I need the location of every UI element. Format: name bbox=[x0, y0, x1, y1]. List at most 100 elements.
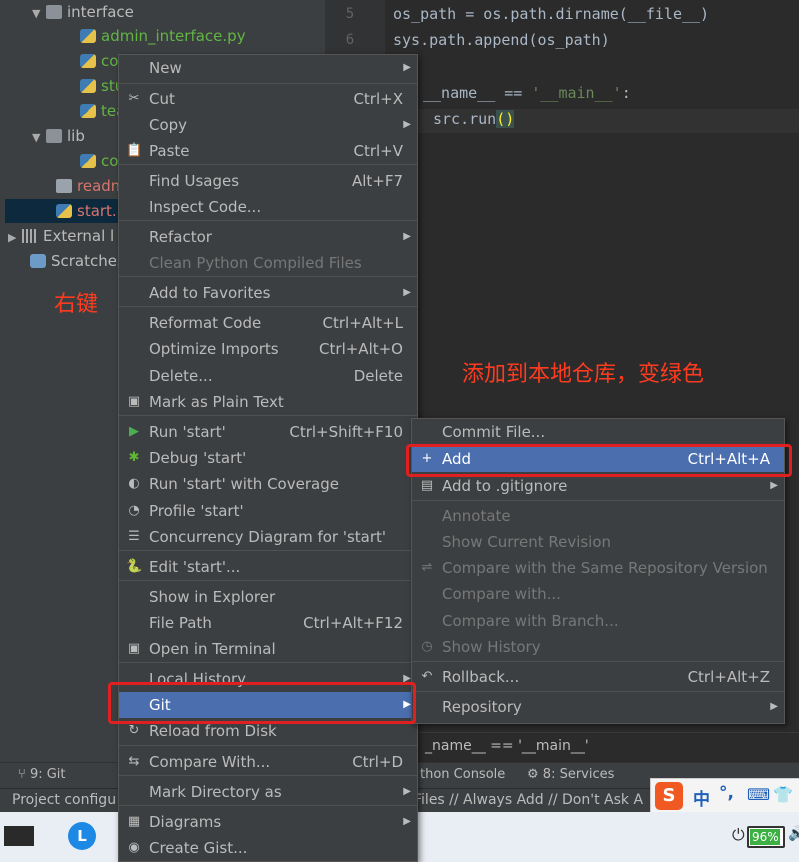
services-tab[interactable]: ⚙ 8: Services bbox=[527, 767, 614, 782]
line-number: 6 bbox=[345, 32, 355, 48]
scratches-icon bbox=[30, 254, 46, 268]
python-console-tab[interactable]: thon Console bbox=[420, 767, 505, 782]
collapse-arrow-icon[interactable]: ▶ bbox=[8, 226, 22, 250]
tree-file-lib-co[interactable]: co bbox=[80, 149, 118, 173]
apparel-icon[interactable]: 👕 bbox=[773, 785, 793, 804]
clipboard-icon: 📋 bbox=[126, 143, 143, 158]
expand-arrow-icon[interactable]: ▼ bbox=[32, 126, 46, 150]
git-tool-tab[interactable]: ⑂ 9: Git bbox=[18, 767, 66, 782]
python-file-icon bbox=[80, 104, 96, 118]
menu-item-inspect-code[interactable]: Inspect Code... bbox=[119, 194, 417, 220]
menu-item-shortcut: Ctrl+V bbox=[353, 142, 403, 160]
menu-separator bbox=[412, 661, 784, 662]
menu-item-run-start[interactable]: ▶ Run 'start' Ctrl+Shift+F10 bbox=[119, 419, 417, 445]
menu-item-label: Inspect Code... bbox=[149, 198, 262, 216]
battery-percent: 96% bbox=[752, 830, 779, 844]
menu-item-label: Copy bbox=[149, 116, 188, 134]
menu-item-optimize-imports[interactable]: Optimize Imports Ctrl+Alt+O bbox=[119, 336, 417, 362]
menu-item-show-history: ◷ Show History bbox=[412, 634, 784, 660]
tree-file-admin-interface[interactable]: admin_interface.py bbox=[80, 24, 246, 48]
menu-item-open-in-terminal[interactable]: ▣ Open in Terminal bbox=[119, 636, 417, 662]
menu-separator bbox=[119, 775, 417, 776]
menu-item-clean-python-compiled-files: Clean Python Compiled Files bbox=[119, 250, 417, 276]
menu-item-label: Annotate bbox=[442, 507, 511, 525]
code-token: __name__ == bbox=[423, 84, 532, 102]
menu-item-compare-with[interactable]: ⇆ Compare With... Ctrl+D bbox=[119, 749, 417, 775]
menu-item-copy[interactable]: Copy ▶ bbox=[119, 112, 417, 138]
menu-item-run-start-with-coverage[interactable]: ◐ Run 'start' with Coverage bbox=[119, 471, 417, 497]
menu-item-show-in-explorer[interactable]: Show in Explorer bbox=[119, 584, 417, 610]
menu-separator bbox=[412, 500, 784, 501]
menu-item-edit-start[interactable]: 🐍 Edit 'start'... bbox=[119, 554, 417, 580]
keyboard-icon[interactable]: ⌨ bbox=[747, 785, 770, 804]
ime-language[interactable]: 中 bbox=[693, 785, 710, 810]
menu-item-label: Diagrams bbox=[149, 813, 222, 831]
tree-scratches[interactable]: Scratches bbox=[30, 249, 125, 273]
menu-item-cut[interactable]: ✂ Cut Ctrl+X bbox=[119, 86, 417, 112]
editor-breadcrumb[interactable]: _name__ == '__main__' bbox=[385, 732, 799, 761]
menu-item-label: Commit File... bbox=[442, 423, 546, 441]
menu-item-diagrams[interactable]: ▦ Diagrams ▶ bbox=[119, 809, 417, 835]
menu-item-label: Clean Python Compiled Files bbox=[149, 254, 362, 272]
compare-icon: ⇆ bbox=[128, 754, 140, 769]
tree-label: co bbox=[101, 152, 119, 170]
menu-item-profile-start[interactable]: ◔ Profile 'start' bbox=[119, 498, 417, 524]
menu-item-rollback[interactable]: ↶ Rollback... Ctrl+Alt+Z bbox=[412, 664, 784, 690]
menu-item-mark-as-plain-text[interactable]: ▣ Mark as Plain Text bbox=[119, 389, 417, 415]
python-icon: 🐍 bbox=[126, 559, 143, 574]
menu-item-label: Compare With... bbox=[149, 753, 271, 771]
menu-item-label: Refactor bbox=[149, 228, 212, 246]
menu-item-label: Create Gist... bbox=[149, 839, 248, 857]
menu-item-debug-start[interactable]: ✱ Debug 'start' bbox=[119, 445, 417, 471]
menu-item-label: Compare with the Same Repository Version bbox=[442, 559, 768, 577]
battery-indicator[interactable]: 96% bbox=[747, 826, 785, 848]
menu-separator bbox=[119, 220, 417, 221]
rollback-icon: ↶ bbox=[421, 669, 433, 684]
status-text: Project configu bbox=[12, 792, 117, 808]
tree-folder-lib[interactable]: ▼ lib bbox=[32, 124, 85, 148]
menu-item-create-gist[interactable]: ◉ Create Gist... bbox=[119, 835, 417, 861]
menu-item-refactor[interactable]: Refactor ▶ bbox=[119, 224, 417, 250]
menu-item-repository[interactable]: Repository ▶ bbox=[412, 694, 784, 720]
menu-item-label: New bbox=[149, 59, 182, 77]
gitignore-icon: ▤ bbox=[420, 478, 434, 493]
compare-icon: ⇌ bbox=[421, 560, 433, 575]
menu-item-commit-file[interactable]: Commit File... bbox=[412, 419, 784, 445]
app-l-icon[interactable]: L bbox=[68, 822, 96, 850]
sogou-logo-icon[interactable]: S bbox=[655, 782, 683, 810]
ime-toolbar[interactable]: S 中 °, ⌨ 👕 bbox=[650, 778, 799, 814]
tree-file-co[interactable]: co bbox=[80, 49, 118, 73]
sound-icon[interactable]: 🔊 bbox=[788, 826, 799, 846]
menu-item-label: File Path bbox=[149, 614, 212, 632]
menu-item-new[interactable]: New ▶ bbox=[119, 55, 417, 81]
ime-punctuation[interactable]: °, bbox=[719, 783, 734, 803]
concurrency-icon: ☰ bbox=[128, 529, 140, 544]
python-file-icon bbox=[80, 79, 96, 93]
tree-file-readme[interactable]: readm bbox=[56, 174, 125, 198]
menu-item-concurrency-diagram-for-start[interactable]: ☰ Concurrency Diagram for 'start' bbox=[119, 524, 417, 550]
menu-item-find-usages[interactable]: Find Usages Alt+F7 bbox=[119, 168, 417, 194]
text-file-icon bbox=[56, 179, 72, 193]
menu-item-reformat-code[interactable]: Reformat Code Ctrl+Alt+L bbox=[119, 310, 417, 336]
menu-item-shortcut: Ctrl+D bbox=[352, 753, 403, 771]
menu-item-label: Repository bbox=[442, 698, 522, 716]
menu-item-label: Rollback... bbox=[442, 668, 520, 686]
annotation-right-click: 右键 bbox=[54, 292, 99, 317]
menu-item-shortcut: Ctrl+Shift+F10 bbox=[289, 423, 403, 441]
tree-folder-interface[interactable]: ▼ interface bbox=[32, 0, 134, 24]
menu-item-file-path[interactable]: File Path Ctrl+Alt+F12 bbox=[119, 610, 417, 636]
menu-item-mark-directory-as[interactable]: Mark Directory as ▶ bbox=[119, 779, 417, 805]
expand-arrow-icon[interactable]: ▼ bbox=[32, 2, 46, 26]
menu-item-paste[interactable]: 📋 Paste Ctrl+V bbox=[119, 138, 417, 164]
mail-icon[interactable] bbox=[4, 826, 34, 846]
code-token: src.run bbox=[433, 110, 497, 128]
menu-separator bbox=[119, 83, 417, 84]
submenu-arrow-icon: ▶ bbox=[403, 231, 411, 242]
menu-item-add-to-favorites[interactable]: Add to Favorites ▶ bbox=[119, 280, 417, 306]
menu-item-show-current-revision: Show Current Revision bbox=[412, 529, 784, 555]
code-line: os_path = os.path.dirname(__file__) bbox=[393, 5, 710, 23]
menu-item-label: Show Current Revision bbox=[442, 533, 612, 551]
status-notification[interactable]: Files // Always Add // Don't Ask A bbox=[414, 792, 643, 808]
menu-item-delete[interactable]: Delete... Delete bbox=[119, 363, 417, 389]
tree-external-libraries[interactable]: ▶ External l bbox=[8, 224, 114, 248]
